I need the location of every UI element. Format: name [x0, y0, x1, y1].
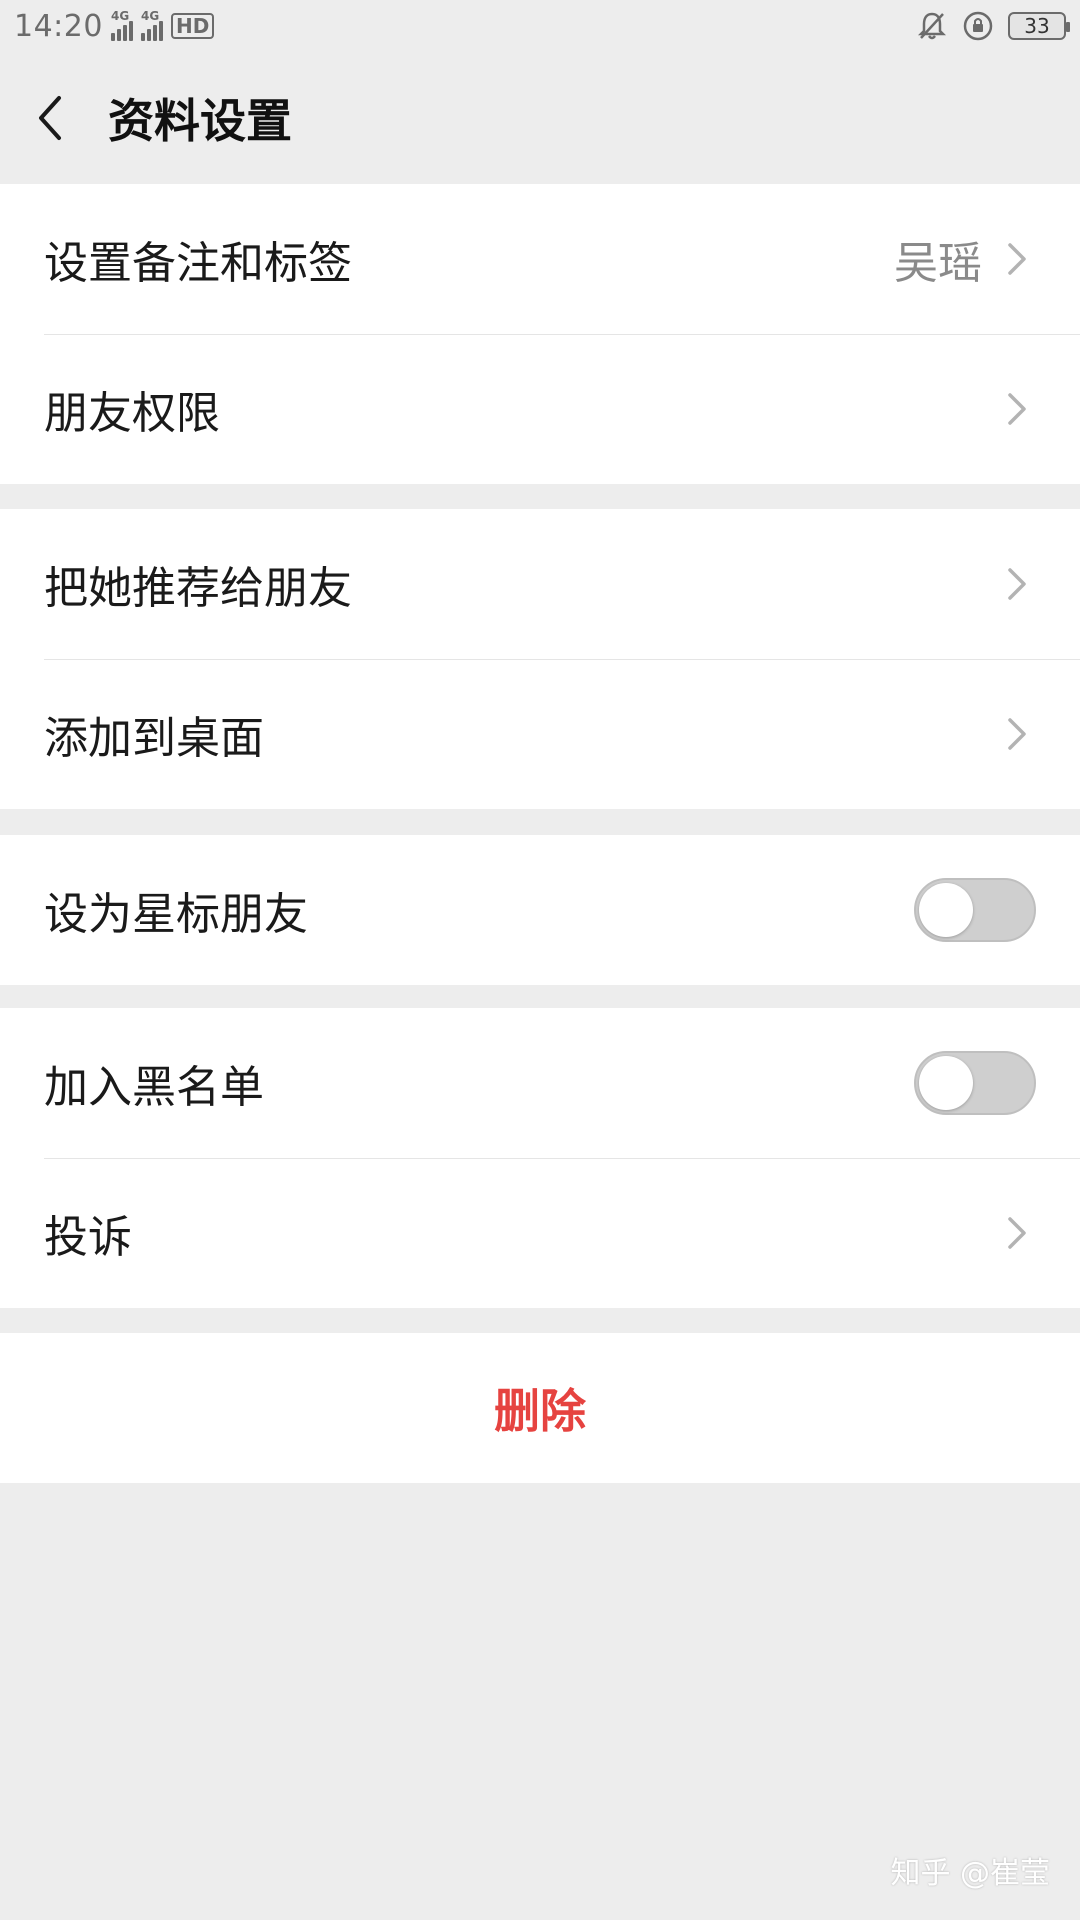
toggle-knob: [919, 1056, 973, 1110]
chevron-right-icon: [1006, 389, 1028, 429]
profile-settings-screen: 14:20 4G 4G HD 33 资料设置 设置备注和标签 吴瑶 朋友权限 把…: [0, 0, 1080, 1920]
friend-permissions-label: 朋友权限: [44, 388, 220, 439]
signal-icon-2: 4G: [140, 9, 163, 41]
remark-and-tags-row[interactable]: 设置备注和标签 吴瑶: [0, 184, 1080, 334]
settings-group-star: 设为星标朋友: [0, 835, 1080, 985]
delete-label: 删除: [494, 1384, 586, 1438]
add-to-desktop-label: 添加到桌面: [44, 713, 264, 764]
status-bar: 14:20 4G 4G HD 33: [0, 0, 1080, 52]
report-label: 投诉: [44, 1212, 132, 1263]
toggle-knob: [919, 883, 973, 937]
remark-and-tags-label: 设置备注和标签: [44, 238, 352, 289]
recommend-to-friend-row[interactable]: 把她推荐给朋友: [0, 509, 1080, 659]
remark-value: 吴瑶: [894, 238, 982, 289]
network-type-label-2: 4G: [140, 9, 160, 23]
delete-contact-button[interactable]: 删除: [0, 1333, 1080, 1483]
chevron-right-icon: [1006, 239, 1028, 279]
navigation-bar: 资料设置: [0, 52, 1080, 184]
network-type-label: 4G: [110, 9, 130, 23]
recommend-to-friend-label: 把她推荐给朋友: [44, 563, 352, 614]
settings-group-remark: 设置备注和标签 吴瑶 朋友权限: [0, 184, 1080, 484]
settings-group-delete: 删除: [0, 1333, 1080, 1483]
friend-permissions-row[interactable]: 朋友权限: [0, 334, 1080, 484]
star-friend-label: 设为星标朋友: [44, 889, 308, 940]
add-to-desktop-row[interactable]: 添加到桌面: [0, 659, 1080, 809]
status-time: 14:20: [14, 8, 103, 44]
star-friend-toggle[interactable]: [914, 878, 1036, 942]
status-right: 33: [916, 10, 1070, 42]
settings-group-share: 把她推荐给朋友 添加到桌面: [0, 509, 1080, 809]
page-title: 资料设置: [108, 94, 292, 148]
blacklist-toggle[interactable]: [914, 1051, 1036, 1115]
watermark: 知乎 @崔莹: [890, 1856, 1050, 1891]
signal-icon: 4G: [110, 9, 133, 41]
chevron-right-icon: [1006, 1213, 1028, 1253]
chevron-right-icon: [1006, 714, 1028, 754]
report-row[interactable]: 投诉: [0, 1158, 1080, 1308]
status-left: 14:20 4G 4G HD: [14, 8, 215, 44]
back-arrow-icon: [39, 96, 61, 140]
blacklist-row: 加入黑名单: [0, 1008, 1080, 1158]
rotation-lock-icon: [963, 11, 993, 41]
battery-icon: 33: [1008, 12, 1070, 40]
blacklist-label: 加入黑名单: [44, 1062, 264, 1113]
hd-voice-icon: HD: [170, 13, 215, 39]
star-friend-row: 设为星标朋友: [0, 835, 1080, 985]
mute-bell-icon: [917, 12, 947, 40]
chevron-right-icon: [1006, 564, 1028, 604]
settings-group-block: 加入黑名单 投诉: [0, 1008, 1080, 1308]
back-button[interactable]: [0, 52, 100, 184]
